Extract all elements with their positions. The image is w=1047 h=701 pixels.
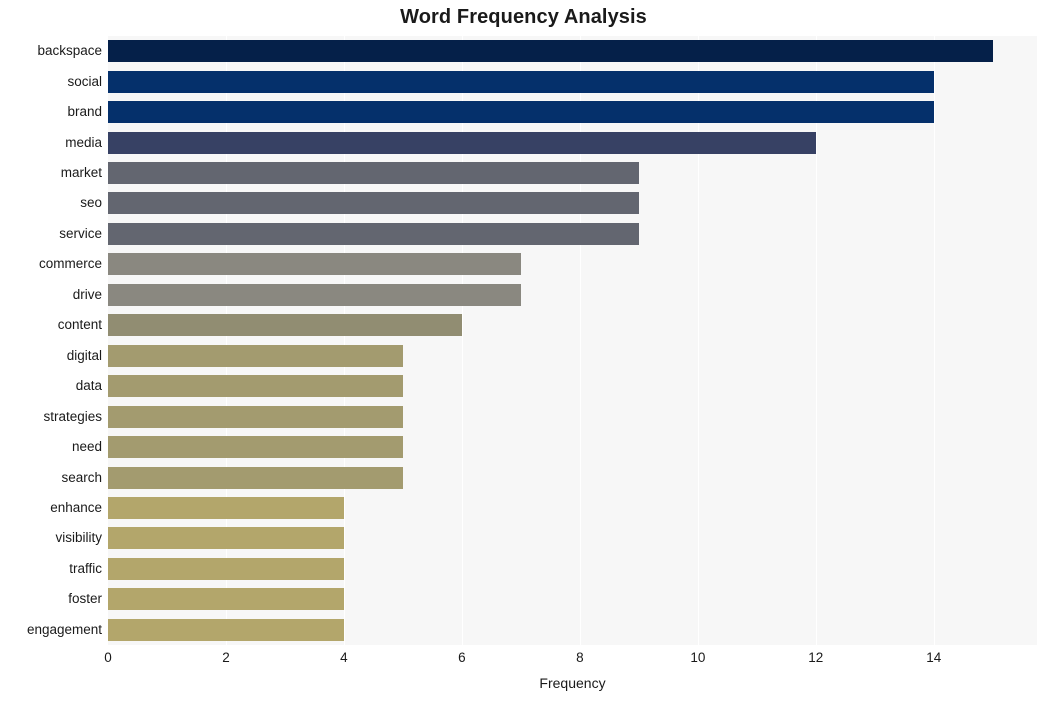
bar-strategies: [108, 405, 403, 428]
bar-social: [108, 70, 934, 93]
y-tick-label-market: market: [60, 165, 102, 181]
y-tick-label-media: media: [65, 134, 102, 150]
bar-content: [108, 314, 462, 337]
x-tick-label-4: 4: [340, 650, 348, 665]
bar-service: [108, 222, 639, 245]
y-tick-label-traffic: traffic: [69, 560, 102, 576]
bar-commerce: [108, 253, 521, 276]
y-axis-tick-labels: backspace social brand media market seo servic…: [0, 36, 108, 645]
bar-drive: [108, 283, 521, 306]
y-tick-label-engagement: engagement: [26, 621, 102, 637]
bar-engagement: [108, 618, 344, 641]
y-tick-label-search: search: [61, 469, 102, 485]
y-tick-label-digital: digital: [66, 347, 102, 363]
bar-visibility: [108, 527, 344, 550]
bar-brand: [108, 101, 934, 124]
y-tick-label-data: data: [75, 378, 102, 394]
bar-digital: [108, 344, 403, 367]
bar-traffic: [108, 557, 344, 580]
bar-market: [108, 162, 639, 185]
bar-need: [108, 436, 403, 459]
y-tick-label-visibility: visibility: [55, 530, 102, 546]
x-tick-label-12: 12: [808, 650, 824, 665]
bar-enhance: [108, 496, 344, 519]
y-tick-label-backspace: backspace: [37, 43, 102, 59]
y-tick-label-drive: drive: [72, 286, 102, 302]
y-tick-label-enhance: enhance: [50, 499, 102, 515]
y-tick-label-strategies: strategies: [43, 408, 102, 424]
y-tick-label-foster: foster: [68, 591, 102, 607]
y-tick-label-content: content: [57, 317, 102, 333]
x-tick-label-2: 2: [222, 650, 230, 665]
bar-media: [108, 131, 816, 154]
bar-seo: [108, 192, 639, 215]
chart-figure: Word Frequency Analysis backspace social b…: [0, 0, 1047, 701]
bar-backspace: [108, 40, 993, 63]
y-tick-label-seo: seo: [80, 195, 102, 211]
y-tick-label-commerce: commerce: [38, 256, 102, 272]
x-tick-label-10: 10: [690, 650, 706, 665]
bar-data: [108, 375, 403, 398]
y-tick-label-service: service: [59, 225, 102, 241]
bar-foster: [108, 588, 344, 611]
x-tick-label-6: 6: [458, 650, 466, 665]
y-tick-label-need: need: [71, 439, 102, 455]
bars-container: [108, 36, 1037, 645]
y-tick-label-brand: brand: [67, 104, 102, 120]
x-tick-label-0: 0: [104, 650, 112, 665]
y-tick-label-social: social: [67, 73, 102, 89]
x-tick-label-14: 14: [926, 650, 942, 665]
bar-search: [108, 466, 403, 489]
x-axis-title: Frequency: [539, 675, 606, 691]
x-axis-tick-labels: 0 2 4 6 8 10 12 14: [104, 650, 1037, 670]
plot-area: [108, 36, 1037, 645]
x-tick-label-8: 8: [576, 650, 584, 665]
chart-title: Word Frequency Analysis: [400, 6, 647, 28]
